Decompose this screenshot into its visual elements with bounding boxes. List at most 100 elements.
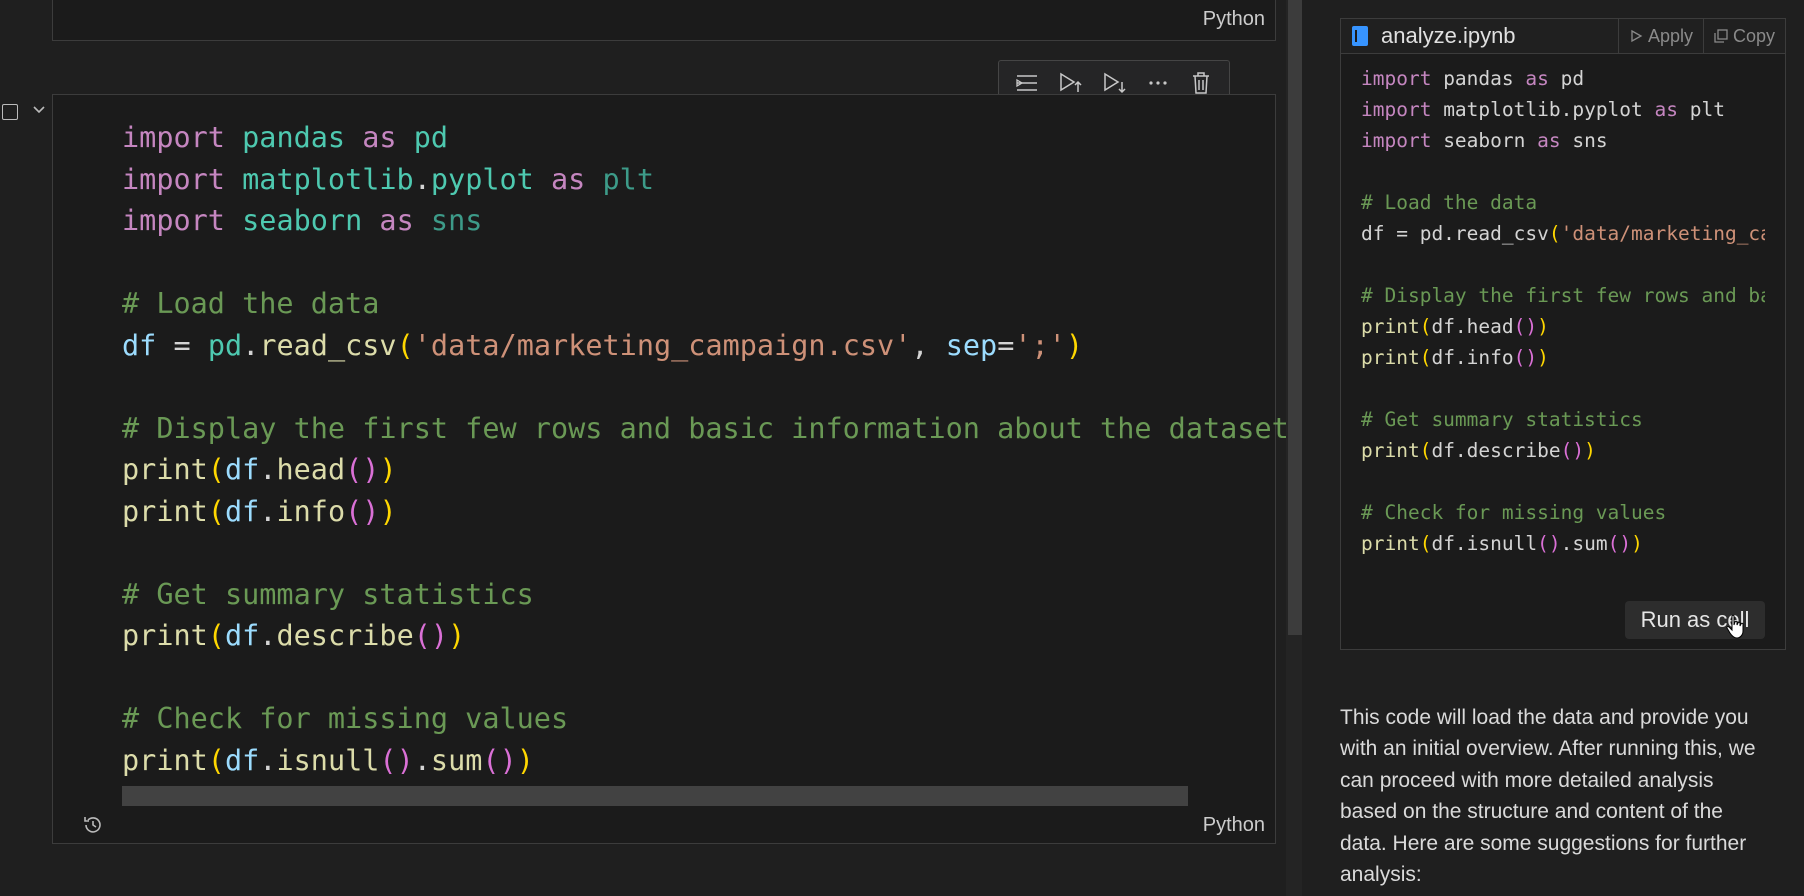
notebook-file-icon (1352, 26, 1368, 46)
code-token: ( (207, 453, 225, 486)
code-token: ( (396, 328, 414, 362)
code-token: seaborn (242, 204, 363, 237)
code-token: () (482, 743, 517, 777)
cell-language-label[interactable]: Python (1203, 814, 1265, 837)
code-line: # Load the data (1361, 187, 1765, 218)
code-token: () (1537, 532, 1561, 555)
code-token: import (1361, 67, 1432, 90)
apply-button[interactable]: Apply (1617, 19, 1703, 53)
previous-code-cell[interactable]: Python (52, 0, 1276, 41)
code-token: df.head (1431, 315, 1514, 338)
code-token: print (122, 619, 208, 652)
code-cell[interactable]: import pandas as pd import matplotlib.pyp… (52, 94, 1289, 844)
code-token: df = pd.read_csv (1361, 222, 1549, 245)
code-token: ( (207, 619, 225, 652)
code-token: . (259, 494, 277, 528)
code-token: import (122, 204, 225, 237)
code-token: ( (1548, 222, 1561, 245)
code-token: pandas (1431, 67, 1526, 90)
snippet-file-name[interactable]: analyze.ipynb (1381, 23, 1618, 49)
code-line: import matplotlib.pyplot as plt (1361, 94, 1765, 125)
code-token: ( (1419, 439, 1432, 462)
code-token: print (122, 743, 208, 777)
code-token: matplotlib.pyplot (1431, 98, 1655, 121)
code-token: head (276, 453, 346, 486)
snippet-header: analyze.ipynb Apply Copy (1341, 19, 1785, 54)
code-line: print(df.describe()) (1361, 435, 1765, 466)
code-token: . (259, 743, 277, 777)
cell-language-label[interactable]: Python (1203, 8, 1265, 31)
code-token: print (1361, 315, 1420, 338)
code-token: import (122, 121, 225, 154)
code-token: . (413, 162, 431, 196)
code-token: ) (516, 743, 534, 777)
code-token: sns (430, 204, 483, 237)
code-line: import seaborn as sns (1361, 125, 1765, 156)
code-token: pd (207, 328, 243, 362)
code-token: . (242, 328, 260, 362)
code-line: # Check for missing values (122, 698, 1289, 740)
code-token: # Load the data (1361, 191, 1538, 214)
code-line: print(df.info()) (122, 491, 1289, 533)
code-token: ) (1584, 439, 1596, 462)
cell-code-editor[interactable]: import pandas as pd import matplotlib.pyp… (122, 117, 1289, 781)
code-token: read_csv (259, 328, 397, 362)
play-icon (1631, 29, 1643, 43)
code-token: ';' (1014, 328, 1066, 362)
code-token: as (1525, 67, 1549, 90)
snippet-code: import pandas as pd import matplotlib.pyp… (1361, 63, 1765, 559)
code-token: , (911, 328, 946, 362)
code-line: print(df.info()) (1361, 342, 1765, 373)
code-line: # Load the data (122, 283, 1289, 325)
code-token: 'data/marketing_campaign.csv' (413, 328, 912, 362)
code-token: df (224, 494, 260, 528)
code-token: df.info (1431, 346, 1514, 369)
code-token: # Load the data (122, 287, 380, 320)
code-token: pyplot (430, 162, 534, 196)
notebook-editor: Python import pandas as pd import matplo… (0, 0, 1300, 896)
run-below-icon (1104, 72, 1126, 94)
code-token: () (1513, 315, 1538, 338)
delete-cell-icon (1193, 72, 1210, 94)
code-token: # Check for missing values (1361, 501, 1667, 524)
copy-button[interactable]: Copy (1702, 19, 1785, 53)
code-token: ) (1065, 328, 1084, 362)
run-above-icon (1060, 72, 1082, 92)
code-token: . (413, 743, 431, 777)
editor-scrollbar-thumb[interactable] (1288, 0, 1302, 635)
code-token: ( (1419, 315, 1432, 338)
code-token: sns (1560, 129, 1608, 152)
code-token: plt (602, 162, 654, 196)
code-line: import pandas as pd (122, 117, 1289, 159)
history-icon[interactable] (81, 813, 105, 837)
code-token: ) (379, 453, 397, 486)
code-token: describe (276, 619, 414, 652)
code-token: pandas (242, 121, 346, 154)
code-token: () (1560, 439, 1585, 462)
code-line: # Display the first few rows and basic i… (122, 408, 1289, 450)
code-line: print(df.head()) (1361, 311, 1765, 342)
chevron-down-icon[interactable] (30, 100, 48, 118)
code-token: sep (945, 328, 998, 362)
code-token: ( (207, 743, 225, 777)
horizontal-scrollbar[interactable] (122, 786, 1188, 806)
cell-select-checkbox[interactable] (2, 104, 18, 120)
code-line: import pandas as pd (1361, 63, 1765, 94)
code-token: () (379, 743, 414, 777)
code-token: () (1513, 346, 1538, 369)
code-token: # Check for missing values (122, 702, 569, 735)
code-token: print (122, 494, 208, 528)
code-token: plt (1678, 98, 1725, 121)
code-token: () (345, 494, 380, 528)
copy-icon (1714, 29, 1728, 43)
code-line: # Get summary statistics (1361, 404, 1765, 435)
